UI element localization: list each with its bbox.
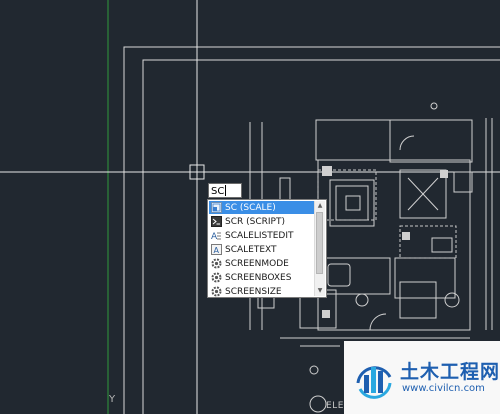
scale-list-edit-icon: A xyxy=(211,230,222,241)
autocomplete-scrollbar[interactable]: ▲ ▼ xyxy=(314,201,325,296)
svg-text:A: A xyxy=(211,232,218,241)
watermark-site-name: 土木工程网 xyxy=(400,361,500,383)
autocomplete-item-screenmode[interactable]: SCREENMODE xyxy=(209,257,315,270)
autocomplete-item-label: SCALETEXT xyxy=(225,244,277,255)
elevation-label: ELE xyxy=(326,401,344,411)
autocomplete-item-label: SCREENBOXES xyxy=(225,272,292,283)
gear-icon xyxy=(211,272,222,283)
gear-icon xyxy=(211,286,222,297)
autocomplete-item-script[interactable]: SCR (SCRIPT) xyxy=(209,215,315,228)
autocomplete-item-label: SCALELISTEDIT xyxy=(225,230,294,241)
autocomplete-item-label: SC (SCALE) xyxy=(225,202,276,213)
site-logo-icon xyxy=(356,366,392,399)
scrollbar-thumb[interactable] xyxy=(316,212,323,274)
autocomplete-item-scale[interactable]: SC (SCALE) xyxy=(209,201,315,214)
watermark-url: www.civilcn.com xyxy=(402,383,485,394)
watermark-banner: 土木工程网 www.civilcn.com xyxy=(344,341,500,414)
autocomplete-item-screensize[interactable]: SCREENSIZE xyxy=(209,285,315,297)
scale-text-icon: A xyxy=(211,244,222,255)
scroll-down-arrow-icon[interactable]: ▼ xyxy=(315,286,325,296)
autocomplete-list[interactable]: SC (SCALE) SCR (SCRIPT) A SCALELISTEDIT … xyxy=(207,199,327,298)
autocomplete-item-scaletext[interactable]: A SCALETEXT xyxy=(209,243,315,256)
autocomplete-item-label: SCR (SCRIPT) xyxy=(225,216,285,227)
command-input[interactable]: SC xyxy=(208,183,242,198)
script-icon xyxy=(211,216,222,227)
text-caret xyxy=(225,185,227,196)
autocomplete-item-screenboxes[interactable]: SCREENBOXES xyxy=(209,271,315,284)
autocomplete-item-label: SCREENMODE xyxy=(225,258,289,269)
gear-icon xyxy=(211,258,222,269)
scale-icon xyxy=(211,202,222,213)
autocomplete-item-scalelistedit[interactable]: A SCALELISTEDIT xyxy=(209,229,315,242)
autocomplete-item-label: SCREENSIZE xyxy=(225,286,282,297)
scroll-up-arrow-icon[interactable]: ▲ xyxy=(315,201,325,211)
drawing-canvas[interactable]: SC SC (SCALE) SCR (SCRIPT) A SCALELISTED… xyxy=(0,0,500,414)
svg-text:A: A xyxy=(214,246,220,255)
command-input-value: SC xyxy=(211,186,225,197)
ucs-axis-label: Y xyxy=(109,394,116,405)
